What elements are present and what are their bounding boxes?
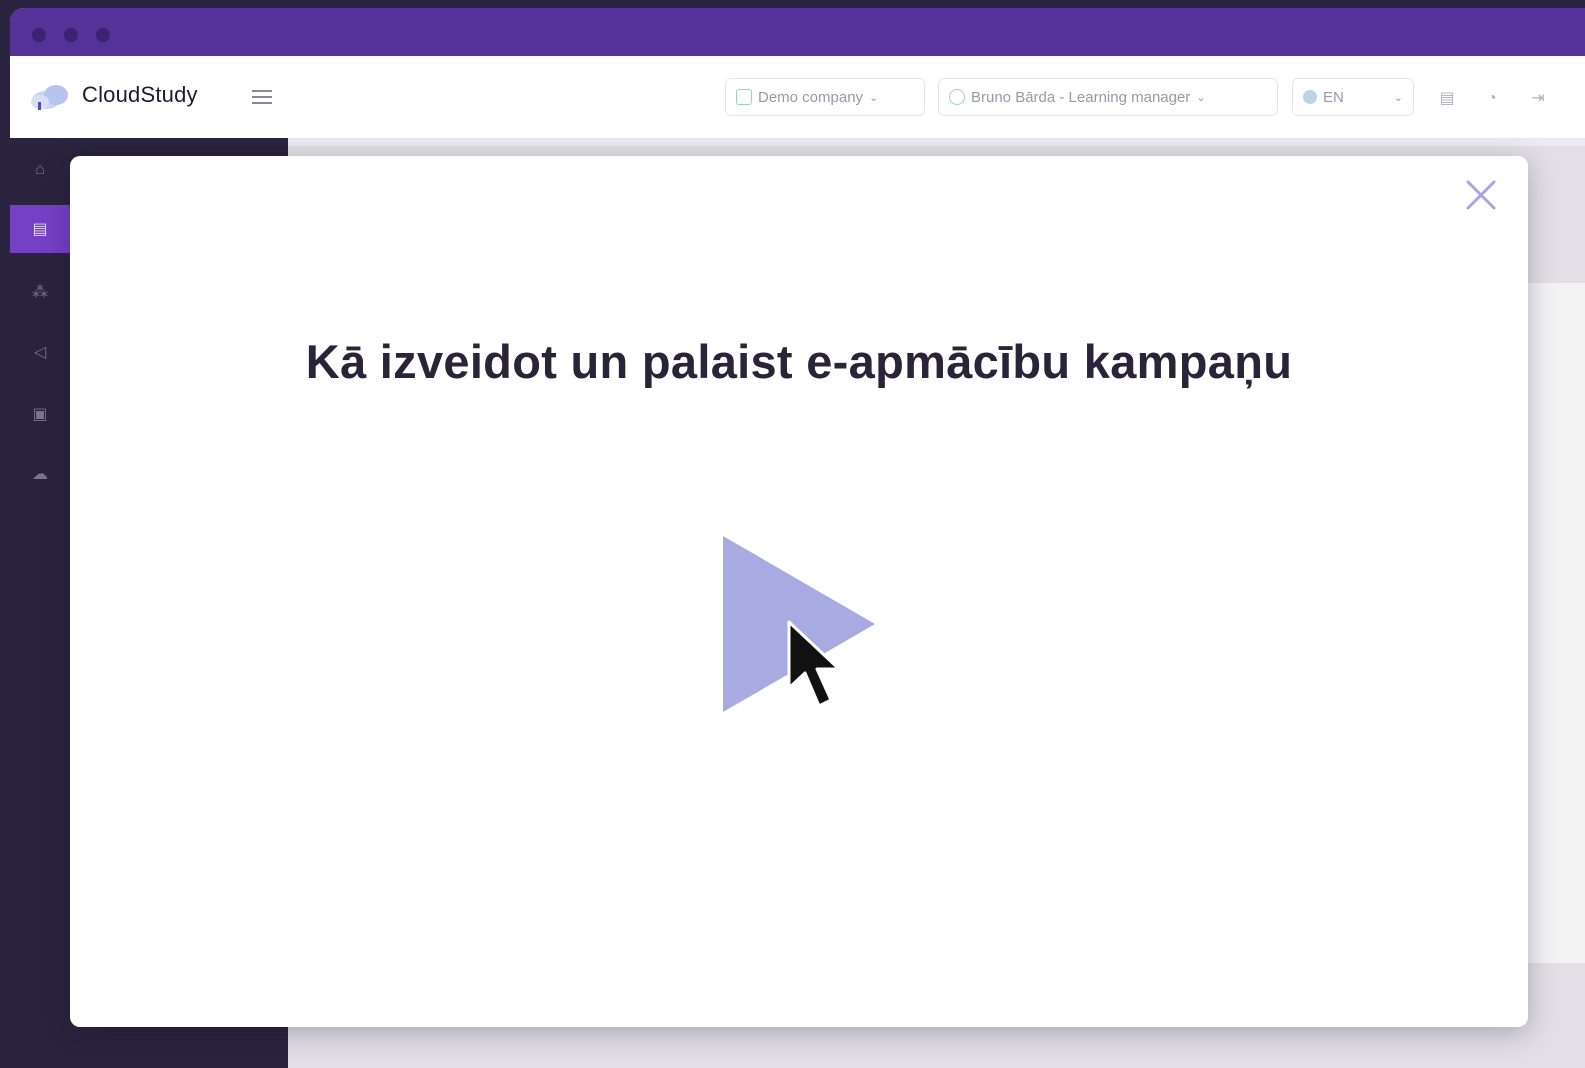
window-maximize-dot[interactable] — [96, 28, 110, 42]
window-titlebar — [10, 8, 1585, 56]
user-icon — [949, 89, 965, 105]
chevron-down-icon: ⌄ — [869, 91, 879, 104]
help-icon[interactable]: ◔ — [1483, 90, 1501, 108]
chevron-down-icon: ⌄ — [1393, 91, 1403, 104]
company-select-label: Demo company — [758, 88, 864, 106]
user-role-label: Bruno Bārda - Learning manager — [971, 88, 1191, 106]
app-name[interactable]: CloudStudy — [82, 82, 198, 108]
company-select[interactable]: Demo company ⌄ — [725, 78, 925, 116]
document-icon[interactable]: ▤ — [1438, 90, 1456, 108]
logout-icon[interactable]: ⇥ — [1529, 90, 1547, 108]
cloud-logo-icon — [31, 85, 68, 110]
chevron-down-icon: ⌄ — [1196, 91, 1206, 104]
top-header: CloudStudy Demo company ⌄ Bruno Bārda - … — [10, 56, 1585, 139]
mouse-pointer-icon — [787, 620, 841, 708]
menu-toggle-icon[interactable] — [252, 90, 272, 106]
language-select[interactable]: EN ⌄ — [1292, 78, 1414, 116]
globe-icon — [1303, 90, 1317, 104]
language-label: EN — [1323, 88, 1344, 106]
window-minimize-dot[interactable] — [64, 28, 78, 42]
building-icon — [736, 89, 752, 105]
video-modal: Kā izveidot un palaist e-apmācību kampaņ… — [70, 156, 1528, 1027]
user-role-select[interactable]: Bruno Bārda - Learning manager ⌄ — [938, 78, 1278, 116]
modal-title: Kā izveidot un palaist e-apmācību kampaņ… — [305, 335, 1293, 388]
close-icon[interactable] — [1464, 178, 1498, 212]
window-close-dot[interactable] — [32, 28, 46, 42]
